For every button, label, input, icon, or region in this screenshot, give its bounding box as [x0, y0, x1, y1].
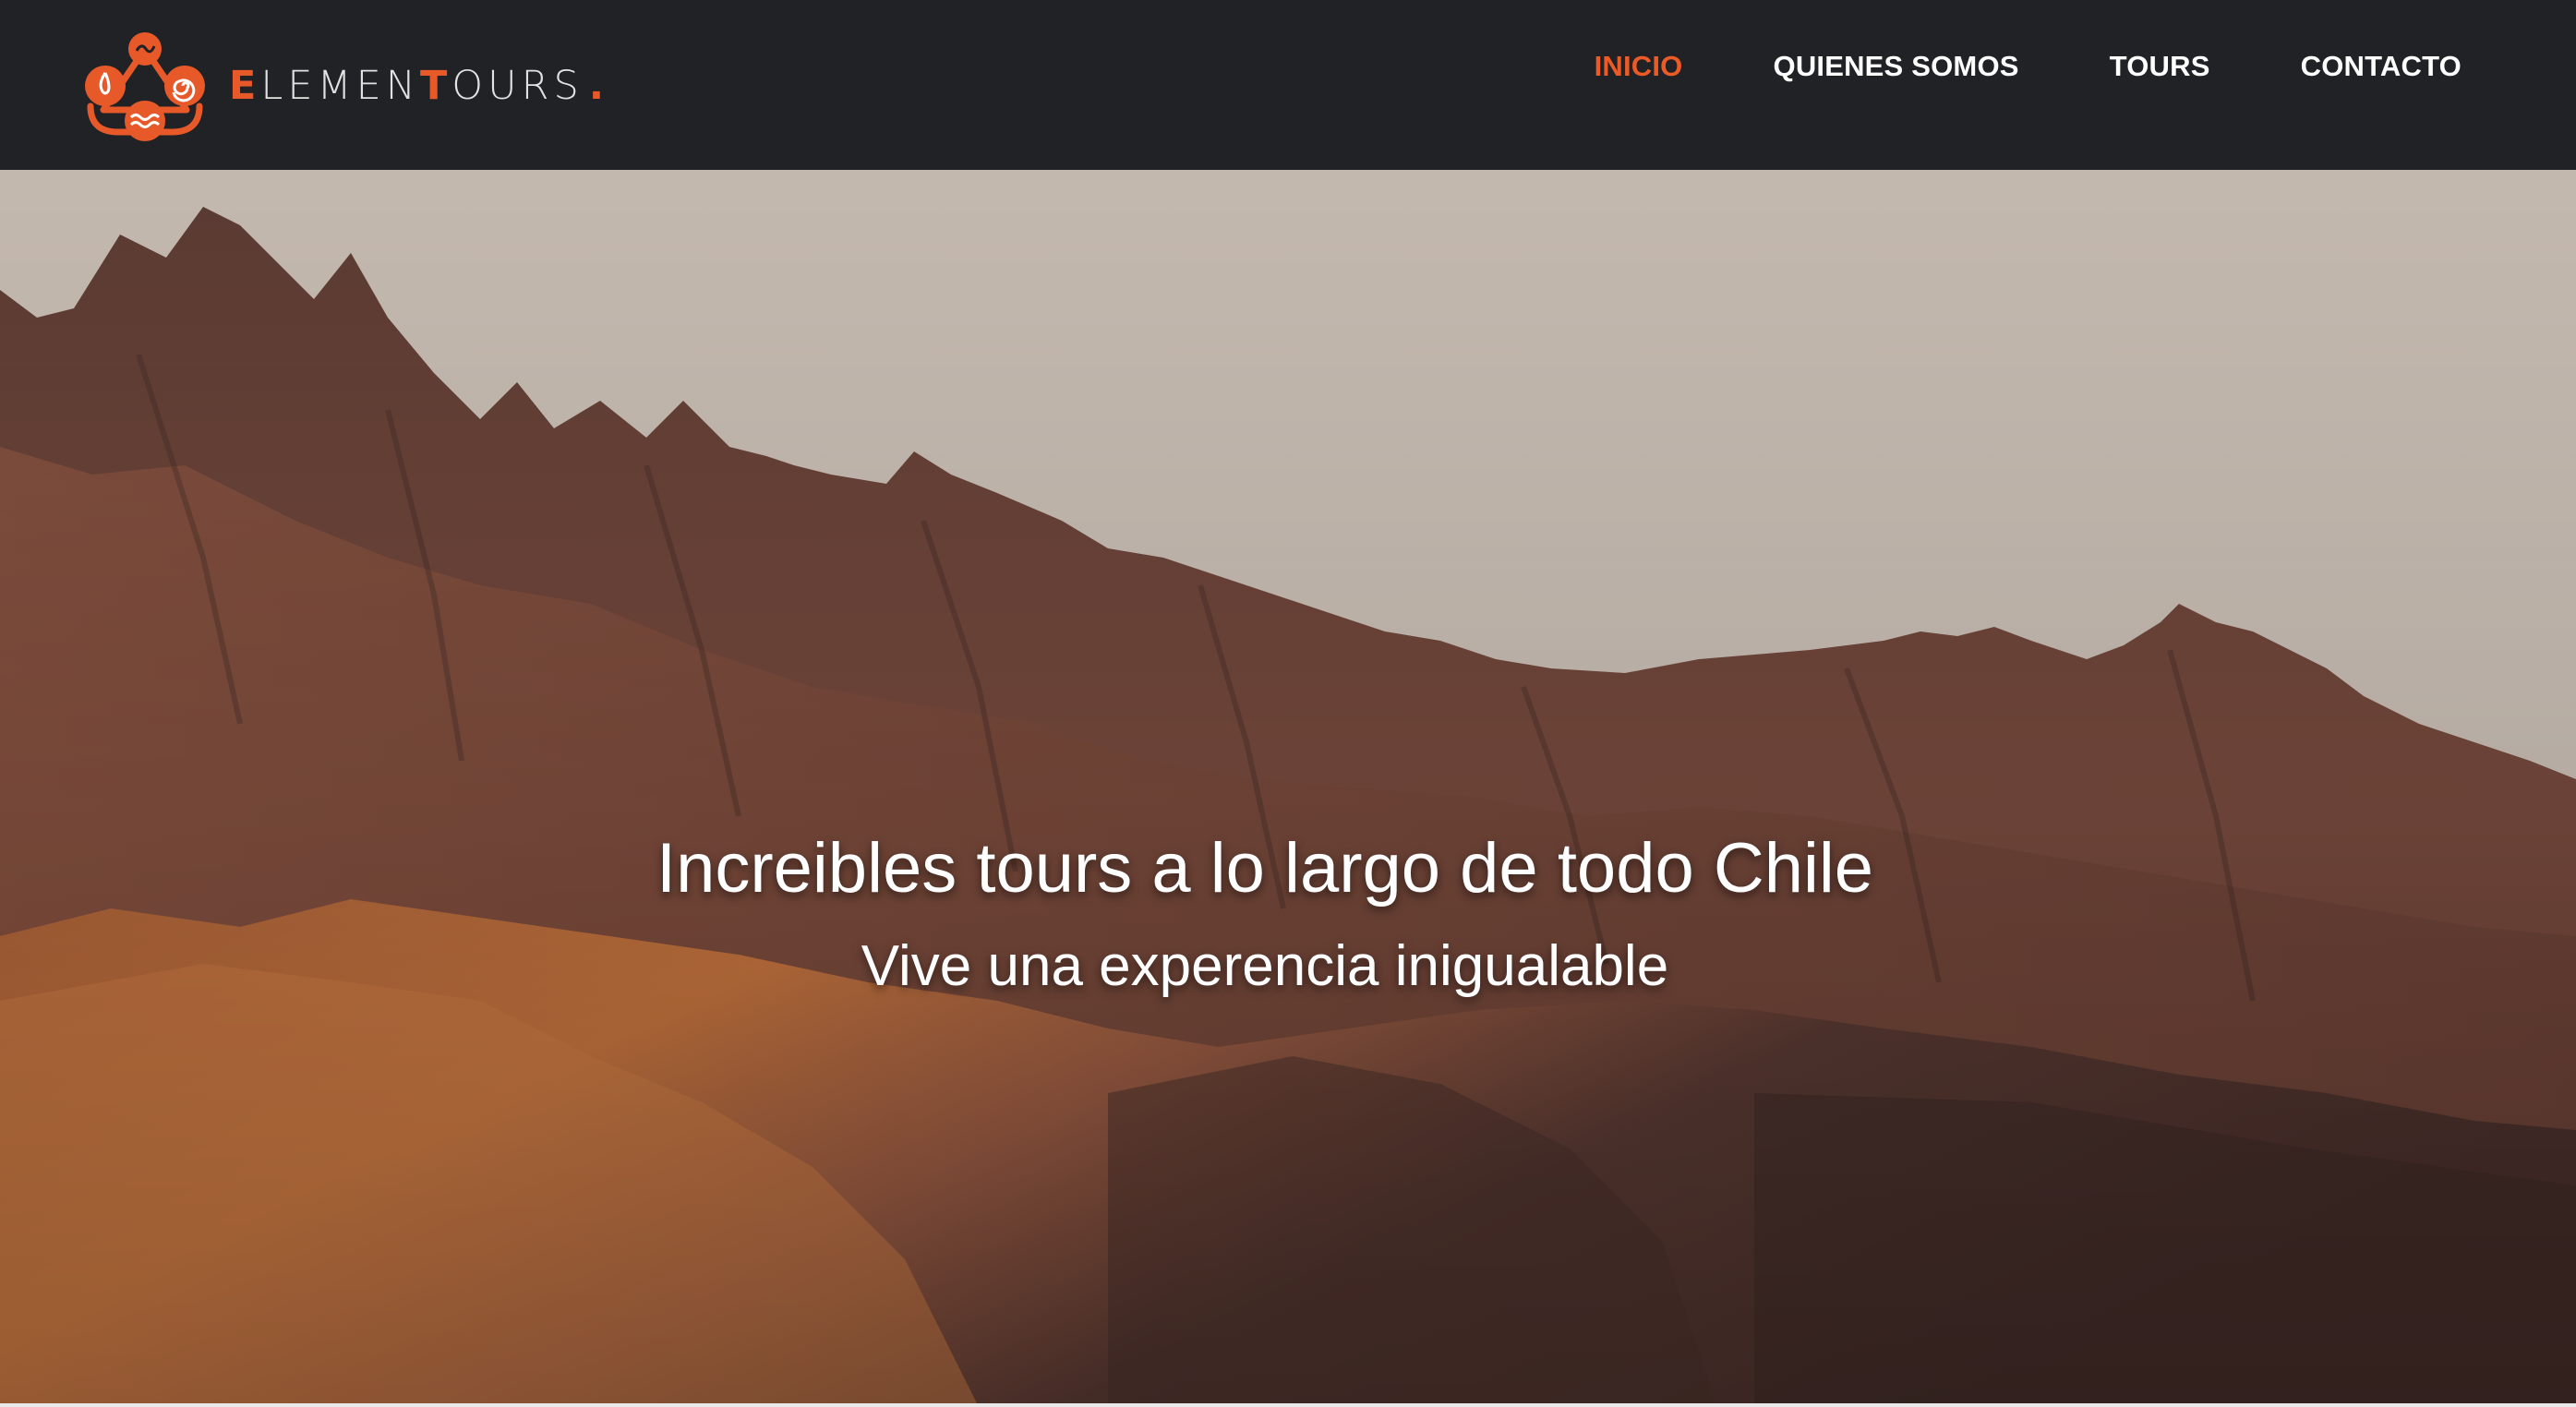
brand-text-ours: OURS	[451, 62, 584, 109]
nav-item-quienes-somos[interactable]: QUIENES SOMOS	[1728, 48, 2064, 85]
page: E LEMEN T OURS. INICIO QUIENES SOMOS TOURS …	[0, 0, 2576, 1407]
hero-title: Increibles tours a lo largo de todo Chil…	[656, 829, 1874, 908]
brand-letter-t: T	[419, 62, 452, 109]
top-navbar: E LEMEN T OURS. INICIO QUIENES SOMOS TOURS …	[0, 0, 2576, 170]
nav-item-inicio[interactable]: INICIO	[1549, 48, 1728, 85]
brand-text-lemen: LEMEN	[260, 62, 420, 109]
main-nav: INICIO QUIENES SOMOS TOURS CONTACTO	[1549, 48, 2462, 85]
mountain-range-at-sunset-image	[0, 170, 2576, 1407]
brand-wordmark: E LEMEN T OURS.	[229, 66, 608, 106]
nav-item-contacto[interactable]: CONTACTO	[2256, 48, 2462, 85]
brand-dot: .	[588, 62, 609, 109]
hero-section: Increibles tours a lo largo de todo Chil…	[0, 170, 2576, 1407]
elements-triangle-logo-icon	[85, 32, 205, 141]
hero-subtitle: Vive una experencia inigualable	[861, 934, 1669, 998]
page-bottom-border	[0, 1403, 2576, 1407]
brand-logo-link[interactable]: E LEMEN T OURS.	[81, 28, 608, 144]
brand-letter-e: E	[229, 62, 261, 109]
nav-item-tours[interactable]: TOURS	[2064, 48, 2256, 85]
